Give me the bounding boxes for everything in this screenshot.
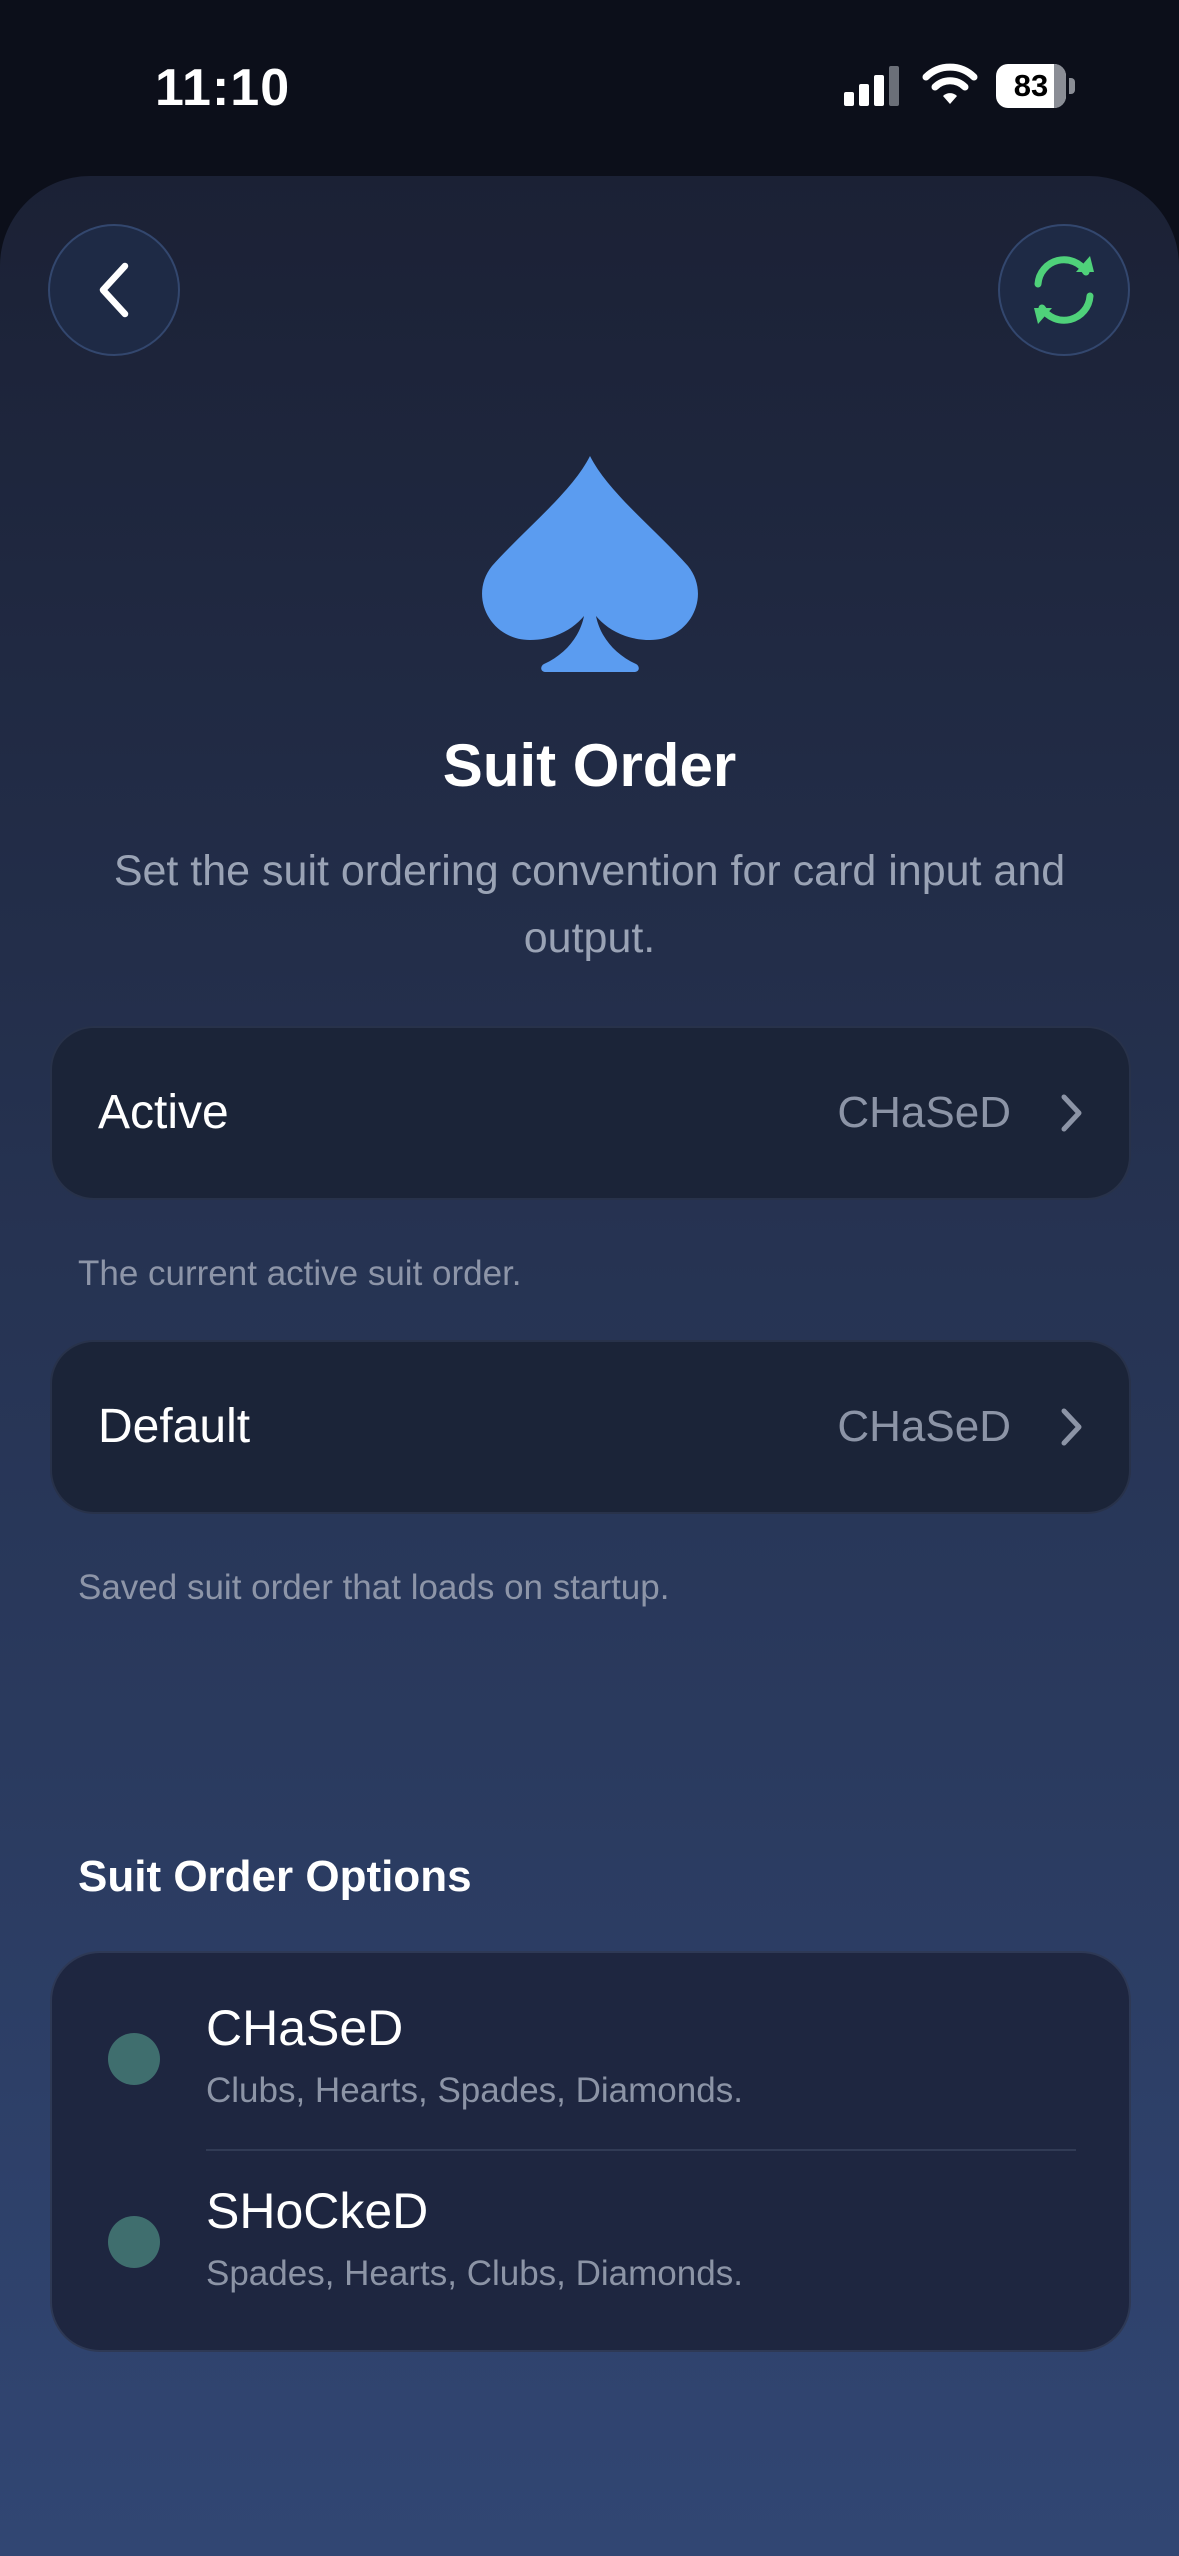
battery-icon: 83 — [996, 64, 1076, 108]
spade-icon — [482, 456, 698, 672]
default-note: Saved suit order that loads on startup. — [78, 1568, 670, 1607]
active-label: Active — [98, 1086, 229, 1139]
battery-level: 83 — [1013, 68, 1049, 103]
default-value: CHaSeD — [837, 1402, 1011, 1451]
option-chased[interactable]: CHaSeD Clubs, Hearts, Spades, Diamonds. — [52, 1953, 1129, 2151]
option-name: CHaSeD — [206, 2000, 404, 2056]
wifi-icon — [922, 63, 978, 104]
reset-button[interactable] — [998, 224, 1130, 356]
option-description: Spades, Hearts, Clubs, Diamonds. — [206, 2254, 743, 2293]
option-shocked[interactable]: SHoCkeD Spades, Hearts, Clubs, Diamonds. — [52, 2136, 1129, 2318]
suit-order-sheet: Suit Order Set the suit ordering convent… — [0, 176, 1179, 2556]
options-section-title: Suit Order Options — [78, 1852, 472, 1901]
active-note: The current active suit order. — [78, 1254, 522, 1293]
suit-order-options-list: CHaSeD Clubs, Hearts, Spades, Diamonds. … — [50, 1951, 1131, 2352]
option-name: SHoCkeD — [206, 2183, 429, 2239]
radio-dot[interactable] — [108, 2216, 160, 2268]
option-description: Clubs, Hearts, Spades, Diamonds. — [206, 2071, 743, 2110]
active-value: CHaSeD — [837, 1088, 1011, 1137]
status-time: 11:10 — [155, 59, 291, 117]
page-title: Suit Order — [442, 732, 737, 799]
back-button[interactable] — [48, 224, 180, 356]
status-bar: 11:10 83 — [0, 0, 1179, 175]
default-suit-order-row[interactable]: Default CHaSeD — [50, 1340, 1131, 1514]
refresh-icon — [1034, 256, 1094, 324]
active-suit-order-row[interactable]: Active CHaSeD — [50, 1026, 1131, 1200]
chevron-right-icon — [1061, 1094, 1082, 1132]
signal-icon — [844, 66, 899, 106]
radio-dot[interactable] — [108, 2033, 160, 2085]
default-label: Default — [98, 1400, 251, 1453]
chevron-right-icon — [1061, 1408, 1082, 1446]
chevron-left-icon — [99, 262, 129, 318]
page-subtitle: Set the suit ordering convention for car… — [113, 847, 1066, 962]
